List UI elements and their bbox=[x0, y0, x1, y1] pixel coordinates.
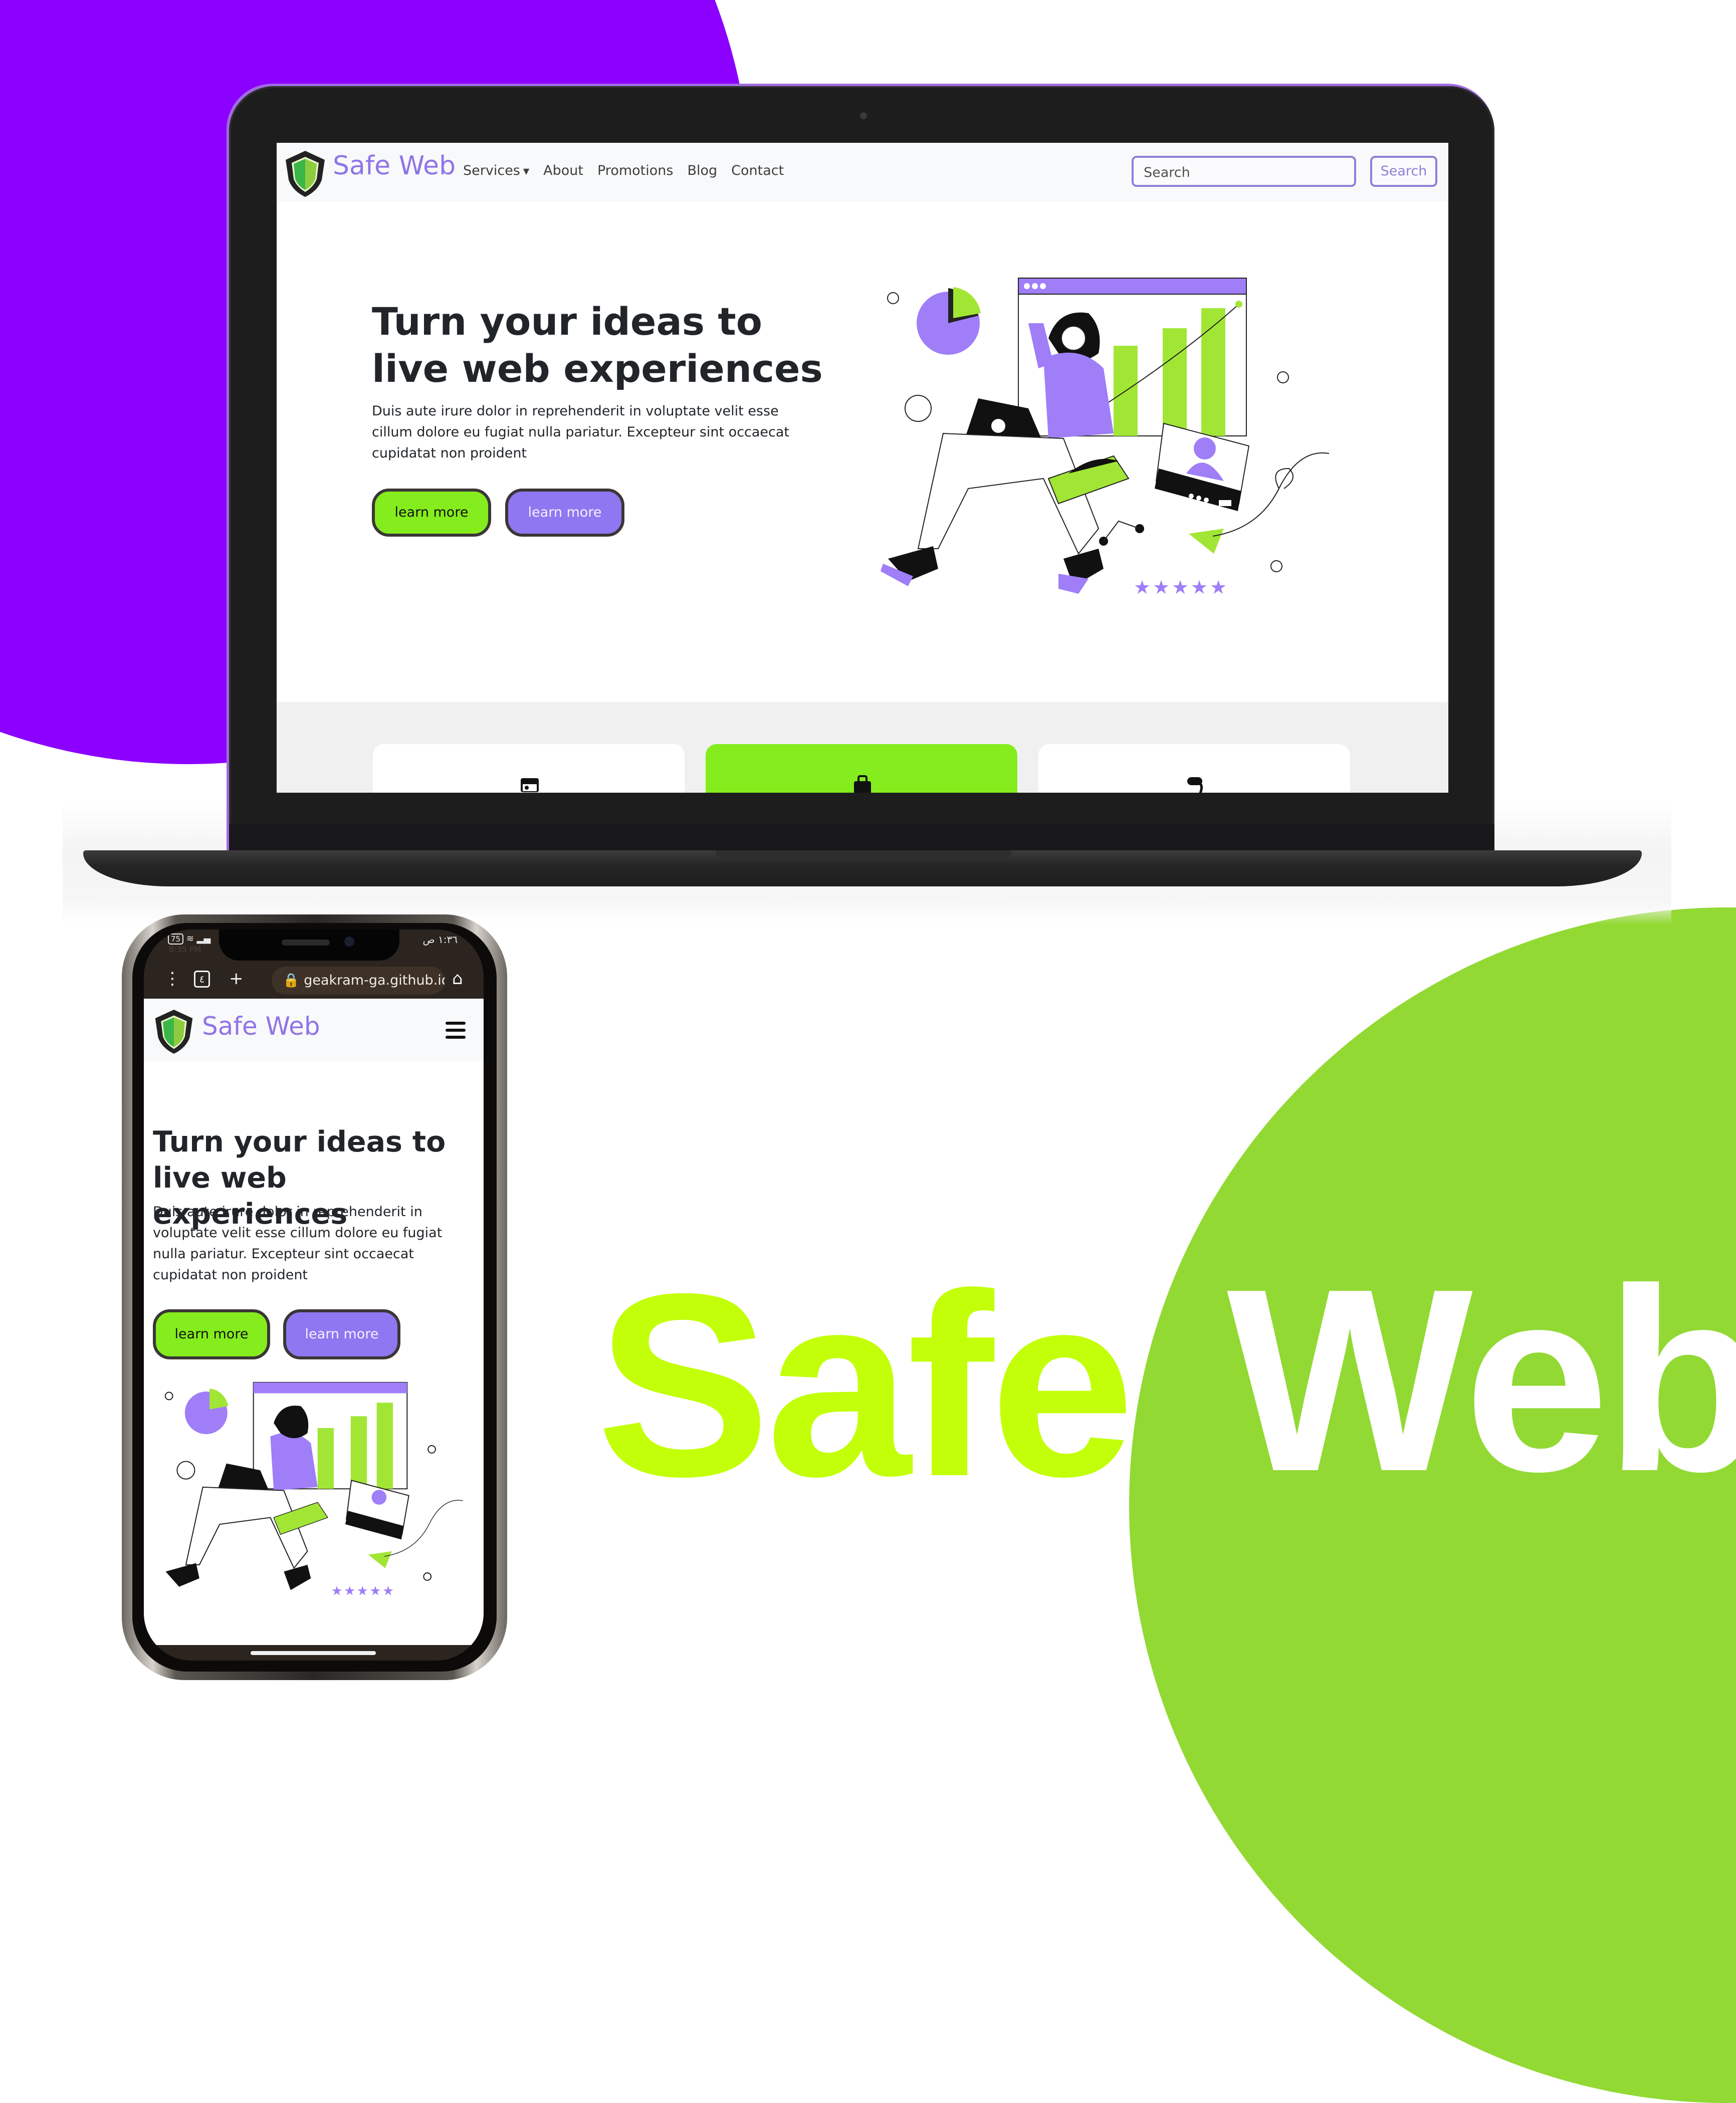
star-icon: ★ bbox=[331, 1584, 343, 1599]
hero-text: Duis aute irure dolor in reprehenderit i… bbox=[153, 1204, 443, 1283]
video-call-card bbox=[1155, 422, 1250, 511]
nav-item-blog[interactable]: Blog bbox=[687, 163, 717, 178]
star-icon: ★ bbox=[1172, 576, 1189, 598]
front-camera bbox=[344, 937, 354, 947]
laptop-camera bbox=[860, 112, 867, 119]
url-text: geakram-ga.github.io bbox=[304, 973, 445, 988]
hero-text: Duis aute irure dolor in reprehenderit i… bbox=[372, 403, 790, 461]
nav-item-promotions[interactable]: Promotions bbox=[597, 163, 673, 178]
hero-illustration: ★ ★ ★ ★ ★ bbox=[164, 1381, 463, 1599]
briefcase-icon bbox=[854, 775, 871, 793]
speaker-grille bbox=[282, 940, 330, 946]
hero-title: Turn your ideas to live web experiences bbox=[372, 299, 823, 391]
shield-logo-icon[interactable] bbox=[152, 1008, 195, 1056]
brand-name[interactable]: Safe Web bbox=[202, 1012, 320, 1041]
learn-more-button-purple[interactable]: learn more bbox=[505, 489, 624, 537]
learn-more-button-green[interactable]: learn more bbox=[372, 489, 491, 537]
nav-item-contact[interactable]: Contact bbox=[731, 163, 784, 178]
mobile-navbar: Safe Web bbox=[144, 999, 484, 1061]
wifi-icon: ≋ bbox=[186, 933, 194, 944]
browser-toolbar: ⋮ ٤ + 🔒 geakram-ga.github.io ⌂ bbox=[144, 960, 484, 1000]
home-icon[interactable]: ⌂ bbox=[452, 969, 463, 989]
headline-web: Web bbox=[1227, 1235, 1736, 1526]
search-input[interactable]: Search bbox=[1132, 156, 1356, 187]
chat-icon bbox=[1187, 777, 1203, 793]
status-bar-right: ١:٣٦ ص bbox=[422, 933, 458, 946]
phone-screen: 75 ≋ ▂▄ 8:35 PM ١:٣٦ ص ⋮ ٤ + 🔒 geakram-g… bbox=[144, 929, 484, 1661]
laptop-screen: Safe Web Services ▼ About Promotions Blog… bbox=[277, 143, 1448, 793]
brand-name[interactable]: Safe Web bbox=[333, 151, 456, 181]
pie-chart-icon bbox=[917, 287, 981, 355]
rating-stars: ★ ★ ★ ★ ★ bbox=[331, 1584, 394, 1599]
person-figure bbox=[881, 312, 1114, 594]
battery-icon: 75 bbox=[168, 933, 184, 945]
hero-illustration: ★ ★ ★ ★ ★ bbox=[881, 278, 1330, 598]
decor-circle bbox=[1277, 371, 1289, 383]
decor-circle bbox=[905, 395, 932, 422]
decor-circle bbox=[1270, 560, 1282, 572]
star-icon: ★ bbox=[1210, 576, 1227, 598]
mobile-page: Safe Web Turn your ideas to live web exp… bbox=[144, 999, 484, 1645]
hamburger-menu-icon[interactable] bbox=[446, 1022, 466, 1039]
rating-stars: ★ ★ ★ ★ ★ bbox=[1134, 576, 1227, 598]
nav-item-services[interactable]: Services ▼ bbox=[463, 163, 529, 178]
nav-links: Services ▼ About Promotions Blog Contact bbox=[463, 163, 784, 178]
nav-item-about[interactable]: About bbox=[543, 163, 583, 178]
search-button[interactable]: Search bbox=[1370, 156, 1437, 187]
nav-item-label: Services bbox=[463, 163, 520, 178]
laptop-hinge-notch bbox=[716, 850, 1011, 861]
star-icon: ★ bbox=[1153, 576, 1170, 598]
learn-more-button-green[interactable]: learn more bbox=[153, 1309, 270, 1359]
star-icon: ★ bbox=[382, 1584, 394, 1599]
signal-icon: ▂▄ bbox=[196, 933, 211, 944]
decor-circle bbox=[887, 292, 899, 304]
headline-safe: Safe bbox=[596, 1240, 1135, 1531]
laptop-bezel-chin bbox=[229, 824, 1494, 852]
url-bar[interactable]: 🔒 geakram-ga.github.io bbox=[272, 967, 445, 995]
service-card[interactable] bbox=[373, 744, 685, 793]
caret-down-icon: ▼ bbox=[523, 166, 530, 176]
new-tab-icon[interactable]: + bbox=[229, 969, 244, 989]
home-indicator[interactable] bbox=[251, 1651, 376, 1655]
status-time: 8:35 PM bbox=[169, 945, 201, 954]
navbar: Safe Web Services ▼ About Promotions Blog… bbox=[277, 143, 1448, 202]
lock-icon: 🔒 bbox=[283, 973, 300, 988]
star-icon: ★ bbox=[1191, 576, 1208, 598]
star-icon: ★ bbox=[357, 1584, 368, 1599]
shield-logo-icon[interactable] bbox=[283, 149, 328, 199]
star-icon: ★ bbox=[344, 1584, 355, 1599]
id-card-icon bbox=[521, 778, 539, 792]
star-icon: ★ bbox=[1134, 576, 1151, 598]
status-bar-left: 75 ≋ ▂▄ bbox=[168, 933, 211, 945]
learn-more-button-purple[interactable]: learn more bbox=[283, 1309, 400, 1359]
service-card-active[interactable] bbox=[706, 744, 1017, 793]
phone-notch bbox=[219, 929, 399, 961]
menu-dots-icon[interactable]: ⋮ bbox=[164, 969, 181, 989]
star-icon: ★ bbox=[370, 1584, 381, 1599]
service-card[interactable] bbox=[1038, 744, 1350, 793]
tabs-icon[interactable]: ٤ bbox=[194, 971, 210, 988]
